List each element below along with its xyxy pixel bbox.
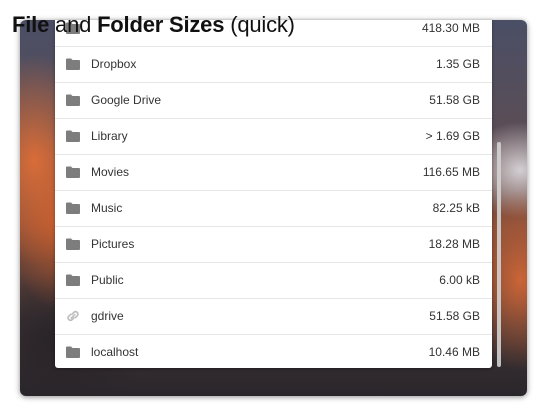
title-and: and <box>55 12 92 37</box>
folder-icon <box>66 238 80 250</box>
item-size: 1.35 GB <box>435 57 480 71</box>
item-size: 6.00 kB <box>439 273 480 287</box>
title-folder-sizes: Folder Sizes <box>97 12 225 37</box>
list-item[interactable]: gdrive 51.58 GB <box>55 298 492 335</box>
folder-icon <box>66 202 80 214</box>
folder-icon <box>66 130 80 142</box>
item-name: Pictures <box>91 237 135 251</box>
list-item[interactable]: Google Drive 51.58 GB <box>55 82 492 119</box>
item-size: 51.58 GB <box>429 93 480 107</box>
folder-icon <box>66 58 80 70</box>
title-quick: (quick) <box>230 12 295 37</box>
list-item[interactable]: Movies 116.65 MB <box>55 154 492 191</box>
list-item[interactable]: Pictures 18.28 MB <box>55 226 492 263</box>
item-name: Music <box>91 201 123 215</box>
item-size: 10.46 MB <box>428 345 480 359</box>
item-name: Dropbox <box>91 57 137 71</box>
item-size: 18.28 MB <box>428 237 480 251</box>
folder-icon <box>66 94 80 106</box>
folder-icon <box>66 274 80 286</box>
item-name: Movies <box>91 165 130 179</box>
page-title: File and Folder Sizes (quick) <box>12 12 295 38</box>
list-item[interactable]: Library > 1.69 GB <box>55 118 492 155</box>
list-item[interactable]: Public 6.00 kB <box>55 262 492 299</box>
title-file: File <box>12 12 50 37</box>
file-list-panel: 418.30 MB Dropbox 1.35 GB Google Drive 5… <box>55 20 492 368</box>
link-icon <box>67 310 79 322</box>
scrollbar[interactable] <box>497 142 501 367</box>
item-name: localhost <box>91 345 139 359</box>
item-name: gdrive <box>91 309 124 323</box>
list-item[interactable]: Music 82.25 kB <box>55 190 492 227</box>
item-size: > 1.69 GB <box>425 129 480 143</box>
item-size: 82.25 kB <box>432 201 480 215</box>
folder-icon <box>66 166 80 178</box>
item-size: 116.65 MB <box>422 165 480 179</box>
item-name: Public <box>91 273 124 287</box>
item-size: 418.30 MB <box>421 21 480 35</box>
folder-icon <box>66 346 80 358</box>
list-item[interactable]: Dropbox 1.35 GB <box>55 46 492 83</box>
item-name: Google Drive <box>91 93 162 107</box>
item-size: 51.58 GB <box>429 309 480 323</box>
list-item[interactable]: localhost 10.46 MB <box>55 334 492 368</box>
item-name: Library <box>91 129 128 143</box>
